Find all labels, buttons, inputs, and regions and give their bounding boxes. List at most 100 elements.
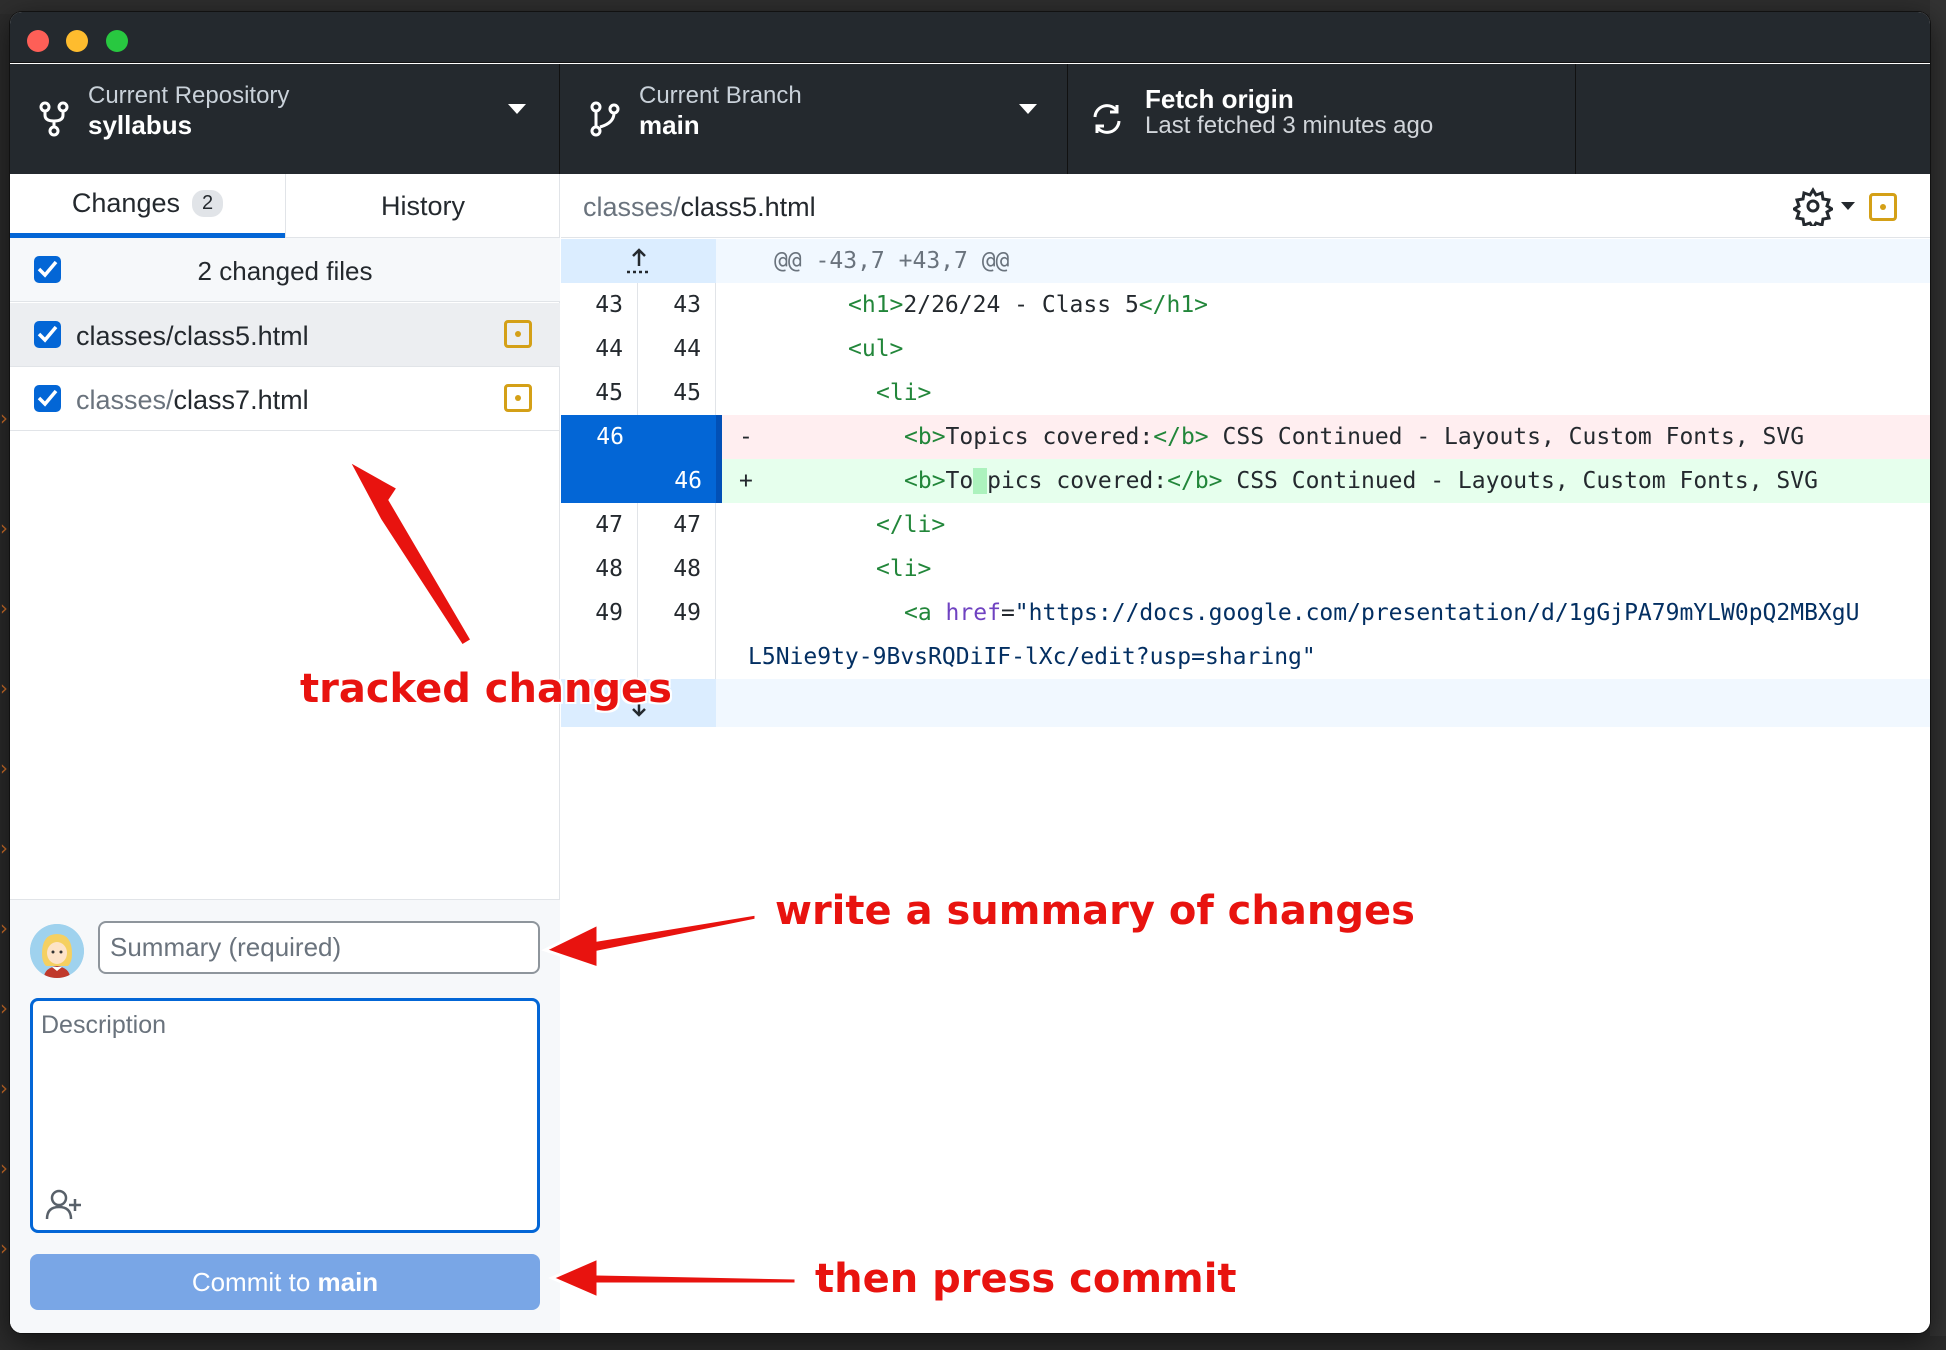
summary-input[interactable] [98, 921, 540, 974]
background-chevron-icon: › [0, 406, 8, 430]
new-line-number: 44 [638, 327, 716, 371]
current-repository-selector[interactable]: Current Repository syllabus [10, 64, 560, 174]
new-line-number: 47 [638, 503, 716, 547]
title-bar [10, 12, 1930, 63]
avatar [30, 924, 84, 978]
tracked-changes-annotation: tracked changes [300, 666, 672, 712]
diff-code: <b>Topics covered:</b> CSS Continued - L… [716, 415, 1804, 459]
background-chevron-icon: › [0, 1156, 8, 1180]
diff-code-wrapped: L5Nie9ty-9BvsRQDiIF-lXc/edit?usp=sharing… [716, 635, 1316, 679]
background-chevron-icon: › [0, 516, 8, 540]
chevron-down-icon[interactable] [1841, 202, 1855, 210]
commit-button[interactable]: Commit to main [30, 1254, 540, 1310]
old-line-number: 47 [561, 503, 638, 547]
code-token: <ul> [848, 336, 904, 362]
file-dir: classes/ [76, 385, 174, 415]
diff-code: <b>To pics covered:</b> CSS Continued - … [716, 459, 1818, 503]
changes-count-badge: 2 [191, 190, 224, 217]
code-token: "https://docs.google.com/presentation/d/… [1014, 600, 1860, 626]
old-line-number[interactable]: 46 [561, 415, 638, 459]
modified-file-icon [504, 384, 532, 412]
tab-history[interactable]: History [285, 174, 560, 238]
code-token: pics covered: [987, 468, 1168, 494]
hunk-header-text: @@ -43,7 +43,7 @@ [774, 248, 1010, 274]
sidebar-tabs: Changes 2 History [10, 174, 560, 238]
code-token: </b> [1167, 468, 1223, 494]
zoom-window-button[interactable] [106, 30, 128, 52]
tab-history-label: History [380, 190, 465, 221]
changed-files-header: 2 changed files [10, 238, 560, 302]
code-token: </li> [876, 512, 946, 538]
old-line-number: 45 [561, 371, 638, 415]
commit-button-prefix: Commit to [191, 1266, 318, 1297]
diff-code: <li> [716, 547, 931, 591]
repository-label: Current Repository [88, 82, 290, 109]
branch-label: Current Branch [639, 82, 802, 109]
background-chevron-icon: › [0, 836, 8, 860]
code-token: = [1000, 600, 1015, 626]
last-fetched-text: Last fetched 3 minutes ago [1145, 112, 1434, 139]
branch-icon [585, 94, 625, 144]
expand-up-icon[interactable] [619, 246, 659, 276]
background-chevron-icon: › [0, 1076, 8, 1100]
background-chevron-icon: › [0, 596, 8, 620]
file-path: classes/class5.html [76, 321, 309, 352]
background-chevron-icon: › [0, 1236, 8, 1260]
diff-line-deleted[interactable]: 46 - <b>Topics covered:</b> CSS Continue… [561, 415, 1930, 459]
fetch-origin-button[interactable]: Fetch origin Last fetched 3 minutes ago [1069, 64, 1576, 174]
diff-line-context: 48 48 <li> [561, 547, 1930, 591]
code-token: CSS Continued - Layouts, Custom Fonts, S… [1222, 468, 1818, 494]
chevron-down-icon [508, 104, 526, 114]
new-line-number[interactable]: 46 [638, 459, 716, 503]
repository-icon [34, 94, 74, 144]
tab-changes[interactable]: Changes 2 [10, 174, 285, 238]
code-token: Topics covered: [945, 424, 1154, 450]
code-token: <h1> [848, 292, 904, 318]
hunk-header-row: @@ -43,7 +43,7 @@ [561, 239, 1930, 283]
modified-file-icon [504, 320, 532, 348]
code-token: To [945, 468, 974, 494]
diff-code: <a href="https://docs.google.com/present… [716, 591, 1859, 635]
old-line-number: 44 [561, 327, 638, 371]
file-include-checkbox[interactable] [34, 385, 61, 412]
branch-name: main [639, 110, 700, 140]
new-line-number: 48 [638, 547, 716, 591]
code-token: </h1> [1138, 292, 1209, 318]
file-dir: classes/ [76, 321, 174, 351]
minimize-window-button[interactable] [66, 30, 88, 52]
code-token: L5Nie9ty-9BvsRQDiIF-lXc/edit?usp=sharing… [748, 644, 1316, 670]
diff-line-context: 45 45 <li> [561, 371, 1930, 415]
diff-line-added[interactable]: 46 + <b>To pics covered:</b> CSS Continu… [561, 459, 1930, 503]
code-token: href [945, 600, 1001, 626]
close-window-button[interactable] [27, 30, 49, 52]
changed-file-row[interactable]: classes/class7.html [10, 367, 560, 431]
diff-code: <li> [716, 371, 931, 415]
code-token: CSS Continued - Layouts, Custom Fonts, S… [1208, 424, 1805, 450]
diff-line-context: 43 43 <h1>2/26/24 - Class 5</h1> [561, 283, 1930, 327]
background-chevron-icon: › [0, 676, 8, 700]
commit-annotation: then press commit [815, 1256, 1237, 1302]
background-chevron-icon: › [0, 916, 8, 940]
expand-up-gutter[interactable] [561, 239, 716, 283]
sync-icon [1087, 94, 1127, 144]
file-include-checkbox[interactable] [34, 321, 61, 348]
added-char-highlight [973, 468, 988, 494]
expand-down-row [561, 679, 1930, 727]
code-token: </b> [1153, 424, 1209, 450]
add-coauthor-icon[interactable] [45, 1189, 89, 1225]
diff-path-dir: classes/ [583, 192, 681, 222]
current-branch-selector[interactable]: Current Branch main [561, 64, 1068, 174]
gear-icon[interactable] [1791, 186, 1835, 231]
commit-form: Commit to main [10, 899, 560, 1333]
diff-line-context: 44 44 <ul> [561, 327, 1930, 371]
background-chevron-icon: › [0, 996, 8, 1020]
new-line-number[interactable] [638, 415, 716, 459]
description-field[interactable] [30, 998, 540, 1233]
diff-code: <ul> [716, 327, 903, 371]
new-line-number: 43 [638, 283, 716, 327]
old-line-number[interactable] [561, 459, 638, 503]
code-token: <a [904, 600, 946, 626]
changed-file-row[interactable]: classes/class5.html [10, 303, 560, 367]
background-editor-bottom [0, 1336, 1946, 1350]
description-input[interactable] [41, 1011, 521, 1161]
